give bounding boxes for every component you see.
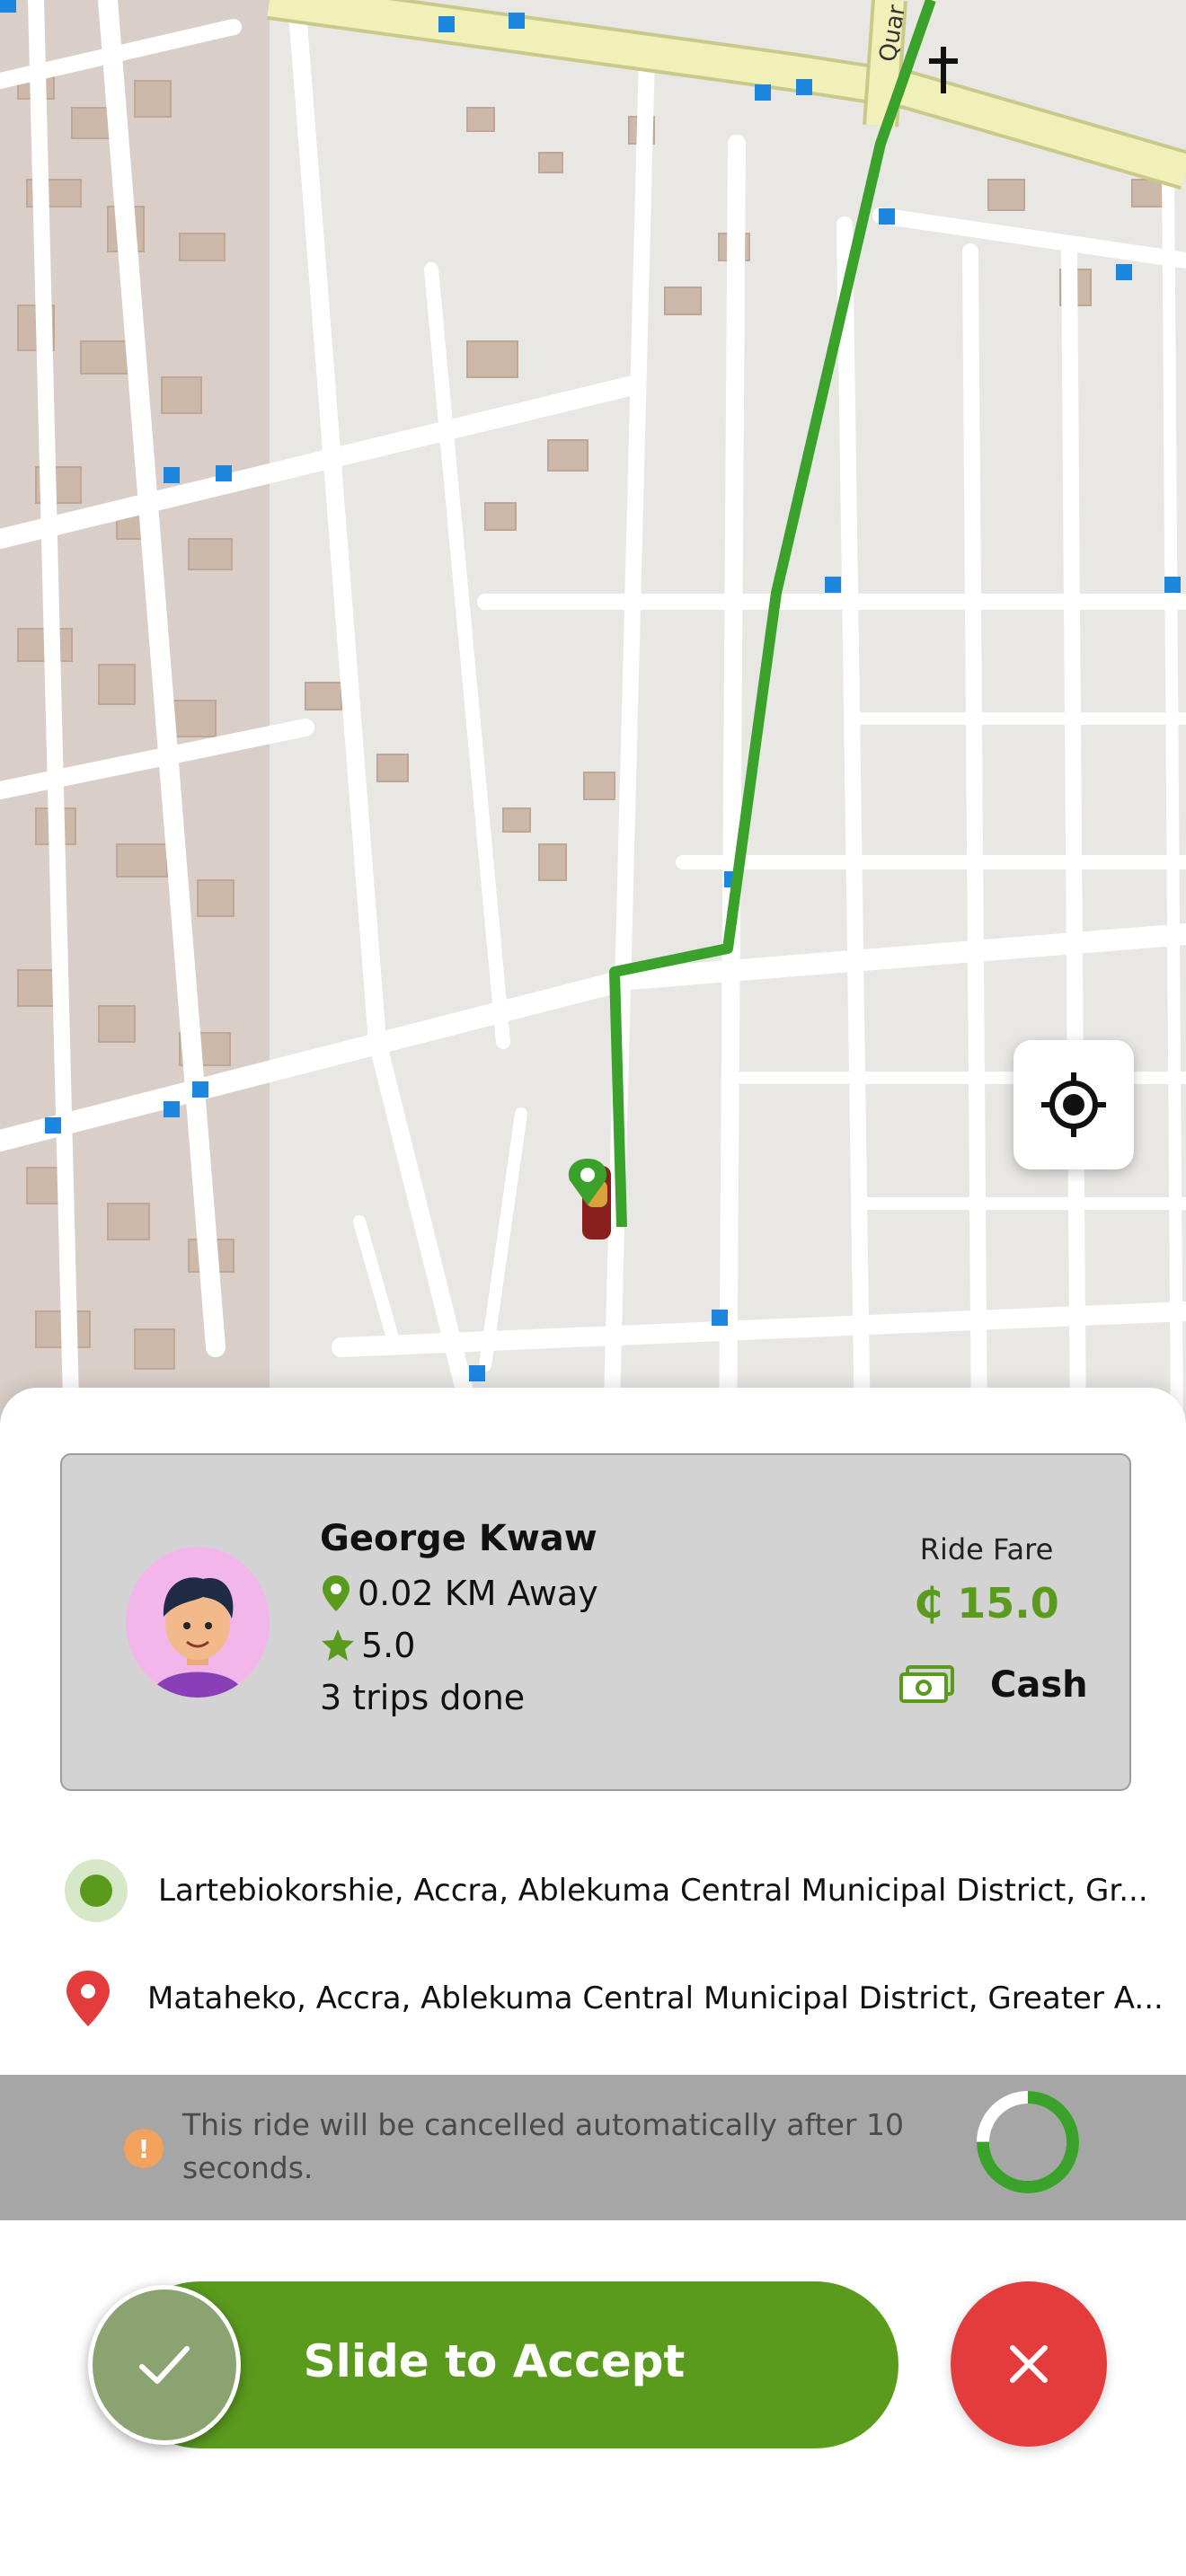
payment-method-label: Cash [990, 1664, 1088, 1706]
fare-value: ₵ 15.0 [914, 1579, 1059, 1628]
cash-icon [899, 1665, 954, 1703]
pickup-address-row: Lartebiokorshie, Accra, Ablekuma Central… [65, 1859, 1148, 1922]
reject-ride-button[interactable] [951, 2281, 1107, 2447]
countdown-ring [977, 2091, 1079, 2193]
dropoff-address-row: Mataheko, Accra, Ablekuma Central Munici… [63, 1969, 1164, 2028]
locate-me-button[interactable] [1013, 1040, 1134, 1169]
fare-title: Ride Fare [919, 1532, 1054, 1566]
destination-pin-icon [66, 1971, 110, 2026]
info-icon: ! [124, 2129, 164, 2168]
map-view[interactable]: Quar [0, 0, 1186, 1437]
rider-trips-label: 3 trips done [320, 1678, 526, 1717]
rider-distance: 0.02 KM Away [358, 1574, 598, 1613]
pickup-dot-icon [65, 1859, 128, 1922]
close-icon [1010, 2345, 1048, 2383]
slide-to-accept-label: Slide to Accept [303, 2335, 686, 2387]
auto-cancel-message: This ride will be cancelled automaticall… [182, 2107, 904, 2185]
rider-trips: 3 trips done [320, 1678, 525, 1717]
location-pin-icon [323, 1575, 350, 1611]
star-icon [322, 1629, 354, 1661]
slide-to-accept-handle[interactable] [88, 2285, 241, 2445]
rider-distance-row: 0.02 KM Away [320, 1574, 598, 1613]
rider-rating: 5.0 [361, 1626, 416, 1665]
crosshair-icon [1041, 1072, 1106, 1137]
map-canvas[interactable]: Quar [0, 0, 1186, 1437]
rider-rating-row: 5.0 [320, 1626, 415, 1665]
payment-method: Cash [898, 1663, 1088, 1707]
checkmark-icon [139, 2346, 190, 2384]
user-avatar [126, 1547, 270, 1698]
pickup-address: Lartebiokorshie, Accra, Ablekuma Central… [158, 1873, 1148, 1909]
rider-name: George Kwaw [320, 1518, 597, 1559]
dropoff-address: Mataheko, Accra, Ablekuma Central Munici… [147, 1981, 1164, 2016]
